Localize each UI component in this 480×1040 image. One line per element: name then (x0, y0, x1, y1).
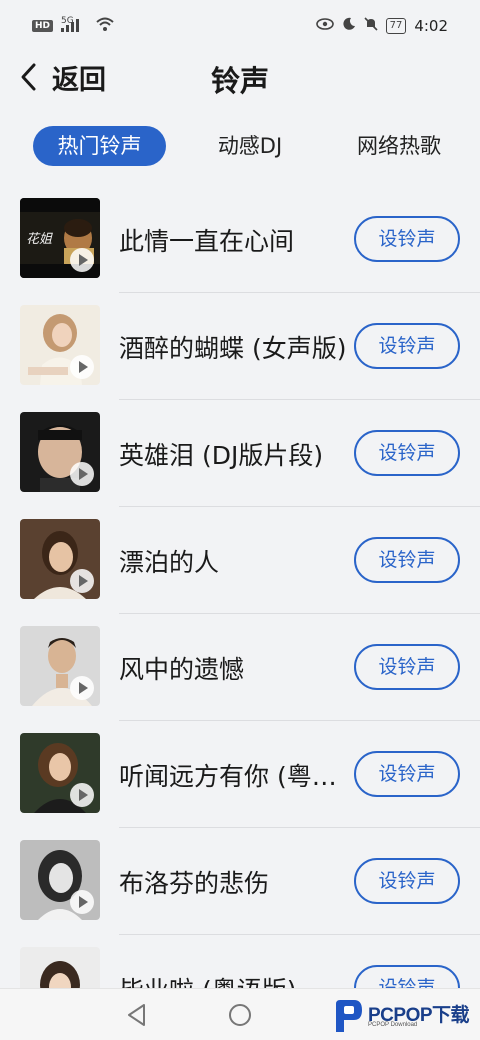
status-right: 77 4:02 (315, 17, 448, 35)
wifi-icon (96, 17, 114, 35)
list-item[interactable]: 布洛芬的悲伤 设铃声 (0, 828, 480, 935)
album-cover[interactable] (20, 412, 100, 492)
list-item[interactable]: 听闻远方有你 (粤语版) 设铃声 (0, 721, 480, 828)
signal-type: 5G (61, 16, 74, 26)
cover-text: 花姐 (26, 232, 53, 247)
set-ringtone-button[interactable]: 设铃声 (354, 644, 460, 690)
song-title: 听闻远方有你 (粤语版) (119, 762, 351, 791)
status-left: HD 5G (32, 16, 114, 35)
play-icon[interactable] (70, 676, 94, 700)
album-cover[interactable] (20, 626, 100, 706)
chevron-left-icon (21, 63, 36, 91)
hd-badge: HD (32, 20, 54, 32)
album-cover[interactable]: 花姐 (20, 198, 100, 278)
album-cover[interactable] (20, 733, 100, 813)
play-icon[interactable] (70, 355, 94, 379)
moon-icon (342, 17, 356, 35)
song-title: 酒醉的蝴蝶 (女声版) (119, 334, 347, 363)
watermark-sub: PCPOP Download (368, 1022, 418, 1028)
song-title: 此情一直在心间 (119, 227, 295, 256)
tab-hot-ringtones[interactable]: 热门铃声 (33, 126, 166, 166)
set-ringtone-button[interactable]: 设铃声 (354, 323, 460, 369)
category-tabs: 热门铃声 动感DJ 网络热歌 (0, 122, 480, 170)
list-item[interactable]: 酒醉的蝴蝶 (女声版) 设铃声 (0, 293, 480, 400)
play-icon[interactable] (70, 462, 94, 486)
play-icon[interactable] (70, 890, 94, 914)
tab-dj[interactable]: 动感DJ (196, 126, 304, 166)
clock: 4:02 (414, 17, 448, 35)
play-icon[interactable] (70, 783, 94, 807)
nav-back-icon[interactable] (126, 1003, 148, 1027)
mute-bell-icon (364, 17, 378, 35)
pcpop-logo-icon (336, 1000, 362, 1032)
set-ringtone-button[interactable]: 设铃声 (354, 751, 460, 797)
song-title: 英雄泪 (DJ版片段) (119, 441, 324, 470)
back-label: 返回 (52, 64, 106, 96)
song-title: 漂泊的人 (119, 548, 220, 577)
song-title: 布洛芬的悲伤 (119, 869, 270, 898)
set-ringtone-button[interactable]: 设铃声 (354, 430, 460, 476)
eye-icon (315, 18, 334, 34)
set-ringtone-button[interactable]: 设铃声 (354, 858, 460, 904)
list-item[interactable]: 英雄泪 (DJ版片段) 设铃声 (0, 400, 480, 507)
album-cover[interactable] (20, 840, 100, 920)
list-item[interactable]: 风中的遗憾 设铃声 (0, 614, 480, 721)
album-cover[interactable] (20, 519, 100, 599)
back-button[interactable]: 返回 (18, 60, 106, 96)
tab-hot-songs[interactable]: 网络热歌 (343, 126, 455, 166)
watermark-logo: PCPOP下载 PCPOP Download (330, 996, 480, 1040)
play-icon[interactable] (70, 248, 94, 272)
battery-icon: 77 (385, 18, 407, 34)
list-item[interactable]: 漂泊的人 设铃声 (0, 507, 480, 614)
header: 返回 铃声 (0, 52, 480, 102)
play-icon[interactable] (70, 569, 94, 593)
list-item[interactable]: 花姐 此情一直在心间 设铃声 (0, 186, 480, 293)
status-bar: HD 5G 77 4:02 (0, 0, 480, 52)
set-ringtone-button[interactable]: 设铃声 (354, 537, 460, 583)
set-ringtone-button[interactable]: 设铃声 (354, 216, 460, 262)
song-title: 风中的遗憾 (119, 655, 245, 684)
album-cover[interactable] (20, 305, 100, 385)
nav-home-icon[interactable] (229, 1004, 251, 1026)
